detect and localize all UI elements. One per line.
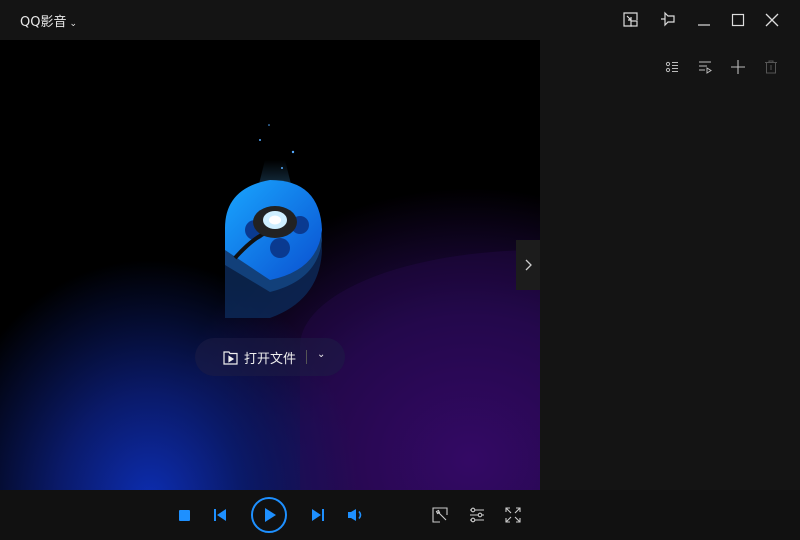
volume-icon bbox=[348, 509, 362, 521]
video-file-icon bbox=[223, 350, 238, 365]
volume-button[interactable] bbox=[346, 507, 366, 523]
play-button[interactable] bbox=[250, 496, 288, 534]
pin-button[interactable] bbox=[659, 10, 679, 30]
chevron-right-icon bbox=[525, 259, 532, 271]
minimize-icon bbox=[698, 24, 710, 26]
next-button[interactable] bbox=[309, 507, 327, 523]
play-icon bbox=[251, 497, 287, 533]
playlist-play-icon bbox=[699, 61, 712, 74]
play-mode-button[interactable] bbox=[696, 58, 714, 76]
plus-icon bbox=[731, 60, 745, 74]
playlist-view-button[interactable] bbox=[663, 58, 681, 76]
delete-button[interactable] bbox=[762, 58, 780, 76]
stop-icon bbox=[178, 509, 190, 521]
control-bar bbox=[0, 490, 800, 540]
divider bbox=[306, 350, 307, 364]
qq-player-logo bbox=[225, 124, 322, 318]
maximize-button[interactable] bbox=[728, 10, 748, 30]
pin-icon bbox=[661, 11, 675, 27]
previous-button[interactable] bbox=[211, 507, 229, 523]
title-bar: QQ影音 ⌄ bbox=[0, 0, 800, 40]
picture-in-picture-icon bbox=[623, 12, 638, 27]
app-menu-button[interactable]: QQ影音 ⌄ bbox=[20, 11, 77, 30]
video-area[interactable]: 打开文件 ⌄ bbox=[0, 40, 540, 490]
playlist-panel bbox=[540, 40, 800, 490]
chevron-down-icon: ⌄ bbox=[69, 19, 78, 29]
fullscreen-icon bbox=[505, 507, 521, 523]
app-title: QQ影音 bbox=[20, 15, 67, 30]
settings-button[interactable] bbox=[468, 506, 486, 524]
mini-mode-button[interactable] bbox=[621, 10, 641, 30]
expand-playlist-button[interactable] bbox=[516, 240, 540, 290]
wrench-icon bbox=[432, 507, 448, 523]
next-icon bbox=[312, 509, 324, 521]
close-icon bbox=[765, 13, 779, 27]
list-icon bbox=[665, 61, 678, 73]
minimize-button[interactable] bbox=[694, 10, 714, 30]
add-file-button[interactable] bbox=[729, 58, 747, 76]
open-file-button[interactable]: 打开文件 ⌄ bbox=[195, 338, 345, 376]
fullscreen-button[interactable] bbox=[504, 506, 522, 524]
open-file-label: 打开文件 bbox=[244, 351, 297, 367]
close-button[interactable] bbox=[762, 10, 782, 30]
open-options-dropdown[interactable]: ⌄ bbox=[317, 349, 325, 360]
tools-button[interactable] bbox=[431, 506, 449, 524]
trash-icon bbox=[765, 60, 777, 74]
stop-button[interactable] bbox=[176, 507, 192, 523]
previous-icon bbox=[214, 509, 226, 521]
maximize-icon bbox=[731, 13, 745, 27]
equalizer-icon bbox=[470, 507, 484, 523]
